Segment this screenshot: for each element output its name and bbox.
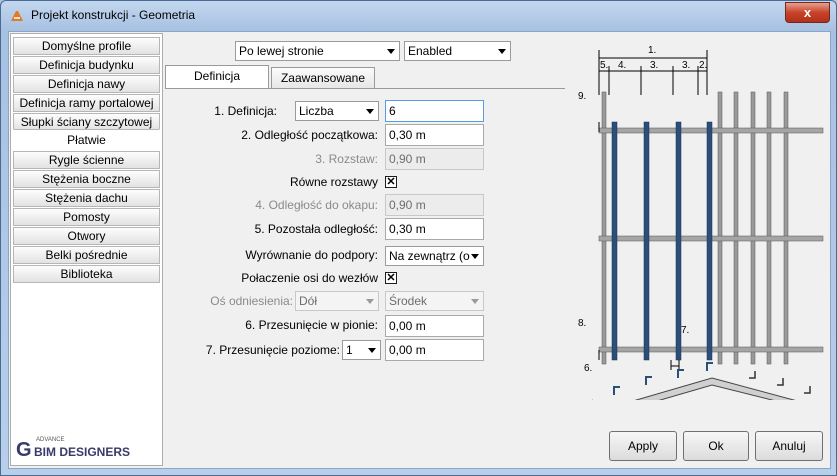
logo-small-text: ADVANCE	[36, 437, 65, 443]
diagram-label-1: 1.	[648, 45, 657, 56]
app-icon	[11, 11, 23, 21]
sidebar: Domyślne profile Definicja budynku Defin…	[10, 33, 163, 466]
side-select-value: Po lewej stronie	[239, 44, 324, 58]
close-button[interactable]: x	[785, 2, 830, 23]
os-odniesienia-select-2[interactable]: Środek	[385, 291, 484, 311]
sidebar-item-pomosty[interactable]: Pomosty	[13, 208, 160, 226]
logo-text: BIM DESIGNERS	[34, 445, 131, 459]
state-select-value: Enabled	[408, 44, 453, 58]
chevron-down-icon	[471, 299, 479, 304]
sidebar-item-belki[interactable]: Belki pośrednie	[13, 246, 160, 264]
sidebar-item-definicja-budynku[interactable]: Definicja budynku	[13, 56, 160, 74]
diagram-label-5: 5.	[600, 60, 609, 71]
sidebar-item-definicja-ramy[interactable]: Definicja ramy portalowej	[13, 94, 160, 112]
sidebar-item-stezenia-boczne[interactable]: Stężenia boczne	[13, 170, 160, 188]
ok-button[interactable]: Ok	[683, 431, 749, 461]
os-odniesienia-label: Oś odniesienia:	[210, 294, 293, 308]
diagram-label-6: 6.	[584, 363, 593, 374]
side-select[interactable]: Po lewej stronie	[235, 41, 400, 61]
dialog-window: Projekt konstrukcji - Geometria x Domyśl…	[0, 0, 837, 476]
diagram-label-3b: 3.	[682, 60, 691, 71]
przes-pion-input[interactable]: 0,00 m	[385, 315, 484, 337]
pozostala-input[interactable]: 0,30 m	[385, 218, 484, 240]
przes-pion-label: 6. Przesunięcie w pionie:	[245, 318, 378, 332]
polaczenie-checkbox[interactable]: ✕	[385, 272, 397, 284]
definicja-value-input[interactable]: 6	[385, 100, 484, 122]
sidebar-item-platwie[interactable]: Płatwie	[13, 129, 160, 151]
przes-poziom-select[interactable]: 1	[342, 340, 381, 360]
diagram-label-7: 7.	[681, 325, 690, 336]
sidebar-item-definicja-nawy[interactable]: Definicja nawy	[13, 75, 160, 93]
odl-poczatkowa-input[interactable]: 0,30 m	[385, 124, 484, 146]
os-odniesienia-select-1[interactable]: Dół	[295, 291, 379, 311]
odl-okapu-input[interactable]: 0,90 m	[385, 194, 484, 216]
os-odniesienia-value-2: Środek	[389, 294, 428, 308]
chevron-down-icon	[498, 49, 506, 54]
sidebar-item-domyslne-profile[interactable]: Domyślne profile	[13, 37, 160, 55]
tab-definicja[interactable]: Definicja	[165, 65, 269, 89]
rozstaw-input[interactable]: 0,90 m	[385, 148, 484, 170]
wyrownanie-label: Wyrównanie do podpory:	[245, 248, 378, 262]
chevron-down-icon	[368, 348, 376, 353]
diagram-label-4: 4.	[618, 60, 627, 71]
dialog-client: Domyślne profile Definicja budynku Defin…	[8, 31, 831, 469]
diagram-label-2: 2.	[699, 60, 708, 71]
definicja-mode-select[interactable]: Liczba	[295, 101, 379, 121]
purlin-diagram	[592, 50, 824, 400]
apply-button[interactable]: Apply	[609, 431, 677, 461]
przes-poziom-label: 7. Przesunięcie poziome:	[205, 343, 340, 357]
diagram-label-8: 8.	[578, 318, 587, 329]
logo-letter: G	[16, 439, 32, 461]
rowne-rozstawy-checkbox[interactable]: ✕	[385, 176, 397, 188]
sidebar-item-otwory[interactable]: Otwory	[13, 227, 160, 245]
chevron-down-icon	[366, 109, 374, 114]
rowne-rozstawy-label: Równe rozstawy	[289, 175, 378, 189]
wyrownanie-value: Na zewnątrz (o	[389, 249, 470, 263]
chevron-down-icon	[366, 299, 374, 304]
definicja-label: 1. Definicja:	[214, 104, 277, 118]
title-bar: Projekt konstrukcji - Geometria x	[1, 1, 836, 31]
odl-okapu-label: 4. Odległość do okapu:	[255, 198, 378, 212]
rozstaw-label: 3. Rozstaw:	[315, 152, 378, 166]
sidebar-item-rygle[interactable]: Rygle ścienne	[13, 151, 160, 169]
przes-poziom-select-value: 1	[346, 343, 353, 357]
tab-zaawansowane[interactable]: Zaawansowane	[271, 67, 375, 89]
chevron-down-icon	[387, 49, 395, 54]
chevron-down-icon	[471, 254, 479, 259]
bim-designers-logo: G ADVANCE BIM DESIGNERS	[16, 437, 156, 461]
diagram-label-3a: 3.	[650, 60, 659, 71]
polaczenie-label: Połaczenie osi do wezłów	[241, 271, 378, 285]
odl-poczatkowa-label: 2. Odległość początkowa:	[241, 128, 378, 142]
window-title: Projekt konstrukcji - Geometria	[31, 8, 196, 22]
pozostala-label: 5. Pozostała odległość:	[254, 222, 378, 236]
sidebar-item-stezenia-dachu[interactable]: Stężenia dachu	[13, 189, 160, 207]
os-odniesienia-value-1: Dół	[299, 294, 318, 308]
tab-divider	[165, 88, 565, 89]
definicja-mode-value: Liczba	[299, 104, 334, 118]
wyrownanie-select[interactable]: Na zewnątrz (o	[385, 246, 484, 266]
cancel-button[interactable]: Anuluj	[755, 431, 823, 461]
diagram-label-9: 9.	[578, 91, 587, 102]
przes-poziom-input[interactable]: 0,00 m	[385, 339, 484, 361]
sidebar-item-biblioteka[interactable]: Biblioteka	[13, 265, 160, 283]
state-select[interactable]: Enabled	[404, 41, 511, 61]
